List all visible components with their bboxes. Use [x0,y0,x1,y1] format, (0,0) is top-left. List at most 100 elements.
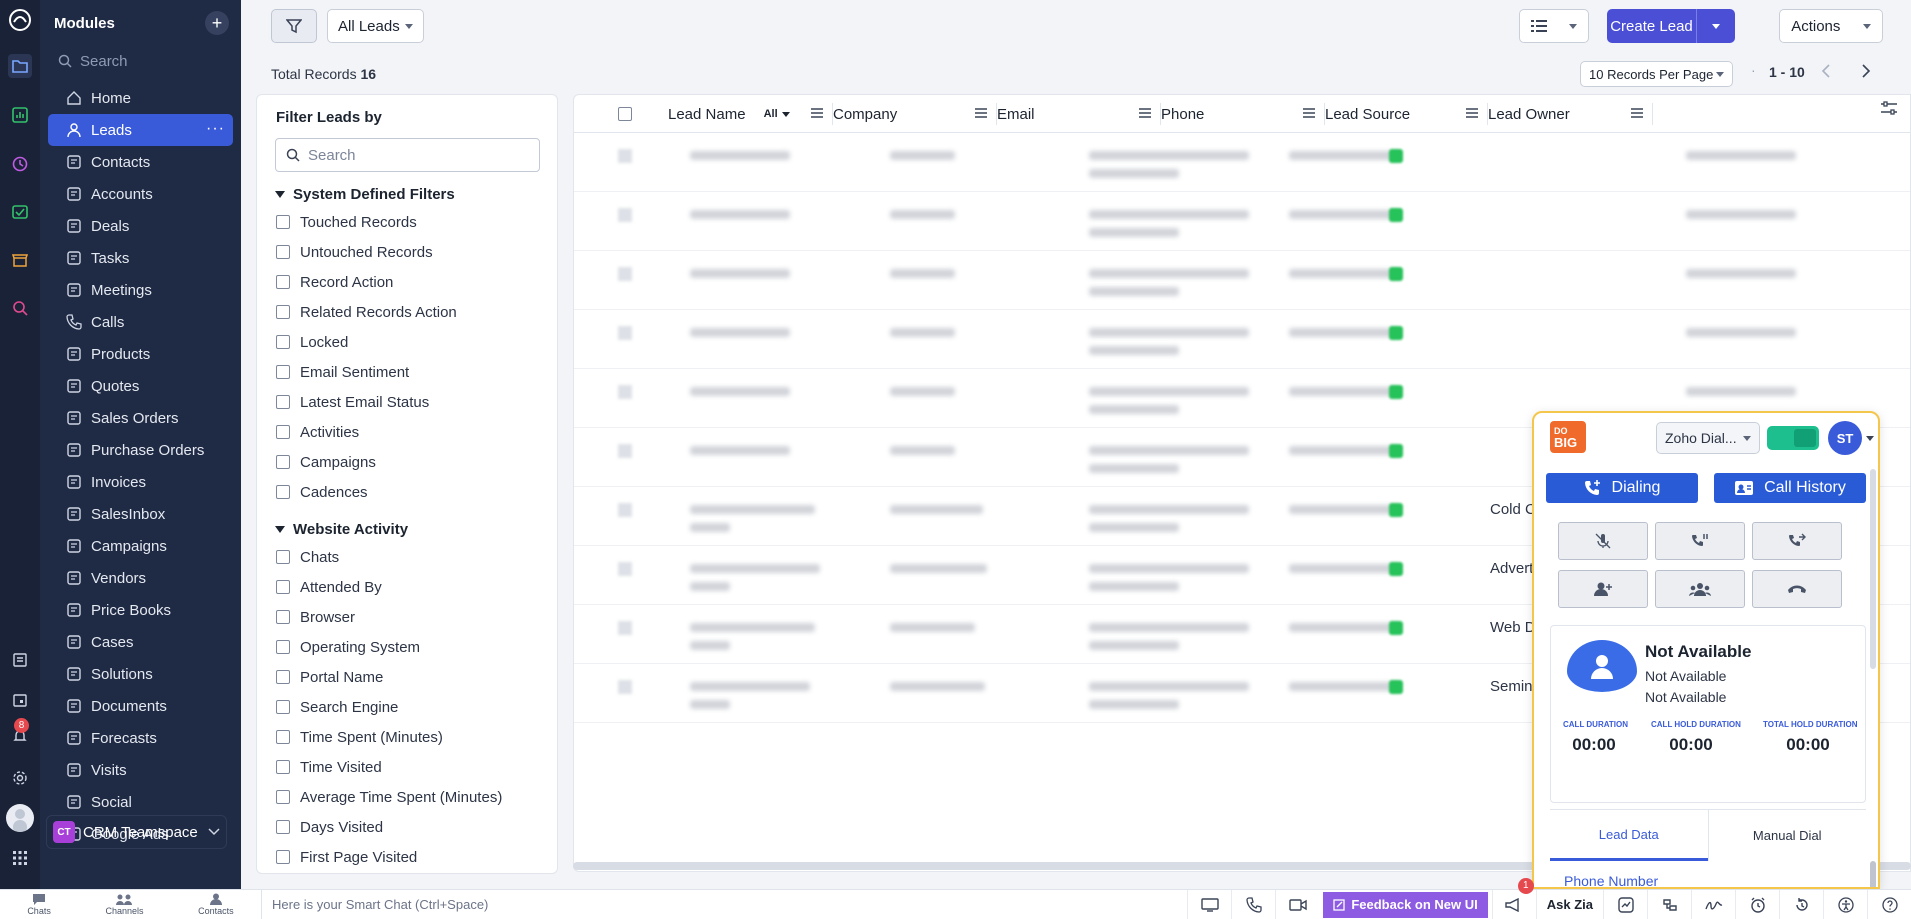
filter-option[interactable]: Portal Name [276,662,557,692]
column-header-phone[interactable]: Phone [1161,95,1325,133]
previous-page-icon[interactable] [1821,64,1831,78]
column-menu-icon[interactable] [1303,108,1315,118]
column-header-company[interactable]: Company [833,95,997,133]
tasks-app-icon[interactable] [8,200,32,224]
whatsapp-icon[interactable] [1389,680,1403,694]
select-all-checkbox[interactable] [618,107,632,121]
table-row[interactable] [574,251,1910,310]
filter-option[interactable]: Chats [276,542,557,572]
add-module-button[interactable]: + [205,11,229,35]
row-checkbox[interactable] [618,208,632,222]
view-select[interactable]: All Leads [327,9,424,43]
filter-option[interactable]: Locked [276,327,557,357]
filter-option[interactable]: Time Spent (Minutes) [276,722,557,752]
filter-option[interactable]: Time Visited [276,752,557,782]
column-menu-icon[interactable] [811,108,823,118]
filter-checkbox[interactable] [276,820,290,834]
sidebar-item-invoices[interactable]: Invoices [48,466,233,498]
filter-option[interactable]: Attended By [276,572,557,602]
call-history-button[interactable]: Call History [1714,473,1866,503]
history-icon[interactable] [1779,889,1823,919]
filter-checkbox[interactable] [276,215,290,229]
filter-option[interactable]: Related Records Action [276,297,557,327]
more-options-icon[interactable]: ··· [206,120,225,138]
filter-option[interactable]: Touched Records [276,207,557,237]
list-view-toggle[interactable] [1519,9,1589,43]
mute-button[interactable] [1558,522,1648,560]
filter-checkbox[interactable] [276,275,290,289]
accessibility-icon[interactable] [1823,889,1867,919]
filter-option[interactable]: Days Visited [276,812,557,842]
sidebar-item-visits[interactable]: Visits [48,754,233,786]
next-page-icon[interactable] [1861,64,1871,78]
row-checkbox[interactable] [618,503,632,517]
dialer-user-avatar[interactable]: ST [1828,421,1862,455]
conference-button[interactable] [1655,570,1745,608]
system-filters-section[interactable]: System Defined Filters [275,186,557,203]
sidebar-item-social[interactable]: Social [48,786,233,818]
whatsapp-icon[interactable] [1389,503,1403,517]
row-checkbox[interactable] [618,444,632,458]
filter-checkbox[interactable] [276,335,290,349]
column-menu-icon[interactable] [1631,108,1643,118]
ask-zia-button[interactable]: Ask Zia [1535,889,1603,919]
setup-checklist-icon[interactable] [8,648,32,672]
sidebar-item-meetings[interactable]: Meetings [48,274,233,306]
add-participant-button[interactable] [1558,570,1648,608]
column-header-lead-name[interactable]: Lead Name All [668,95,833,133]
filter-option[interactable]: Search Engine [276,692,557,722]
sidebar-search[interactable]: Search [40,46,241,76]
calendar-icon[interactable] [8,688,32,712]
whatsapp-icon[interactable] [1389,562,1403,576]
sidebar-item-tasks[interactable]: Tasks [48,242,233,274]
meeting-icon[interactable] [1275,889,1319,919]
sidebar-item-home[interactable]: Home [48,82,233,114]
lead-name-filter-select[interactable]: All [764,108,790,120]
dialer-scrollbar[interactable] [1870,469,1876,669]
sidebar-item-campaigns[interactable]: Campaigns [48,530,233,562]
sidebar-item-salesinbox[interactable]: SalesInbox [48,498,233,530]
zia-insights-icon[interactable] [1603,889,1647,919]
filter-option[interactable]: Latest Email Status [276,387,557,417]
filter-checkbox[interactable] [276,730,290,744]
row-checkbox[interactable] [618,621,632,635]
marketplace-icon[interactable] [8,248,32,272]
sidebar-item-price-books[interactable]: Price Books [48,594,233,626]
table-row[interactable] [574,310,1910,369]
filter-checkbox[interactable] [276,580,290,594]
teamspace-switcher[interactable]: CT CRM Teamspace [46,815,227,849]
filter-search-input[interactable]: Search [275,138,540,172]
filter-option[interactable]: Activities [276,417,557,447]
whatsapp-icon[interactable] [1389,326,1403,340]
column-divider[interactable] [1652,103,1653,125]
sidebar-item-products[interactable]: Products [48,338,233,370]
row-checkbox[interactable] [618,149,632,163]
filter-checkbox[interactable] [276,850,290,864]
sidebar-item-purchase-orders[interactable]: Purchase Orders [48,434,233,466]
row-checkbox[interactable] [618,267,632,281]
filter-toggle-button[interactable] [271,9,317,43]
column-menu-icon[interactable] [1466,108,1478,118]
filter-option[interactable]: Browser [276,602,557,632]
filter-option[interactable]: Email Sentiment [276,357,557,387]
filter-checkbox[interactable] [276,485,290,499]
hold-button[interactable] [1655,522,1745,560]
whatsapp-icon[interactable] [1389,267,1403,281]
dialer-provider-select[interactable]: Zoho Dial... [1656,422,1760,454]
alarm-clock-icon[interactable] [1735,889,1779,919]
row-checkbox[interactable] [618,326,632,340]
whatsapp-icon[interactable] [1389,621,1403,635]
screen-share-icon[interactable] [1187,889,1231,919]
availability-toggle[interactable] [1767,426,1819,450]
channels-button[interactable]: Channels [105,893,144,916]
smart-chat-input[interactable]: Here is your Smart Chat (Ctrl+Space) [262,897,1187,912]
search-app-icon[interactable] [8,296,32,320]
announcements-icon[interactable]: 1 [1491,877,1536,919]
tab-lead-data[interactable]: Lead Data [1550,810,1708,861]
filter-checkbox[interactable] [276,305,290,319]
app-grid-icon[interactable] [8,846,32,870]
whatsapp-icon[interactable] [1389,385,1403,399]
filter-option[interactable]: Operating System [276,632,557,662]
user-avatar[interactable] [6,804,34,832]
filter-checkbox[interactable] [276,550,290,564]
